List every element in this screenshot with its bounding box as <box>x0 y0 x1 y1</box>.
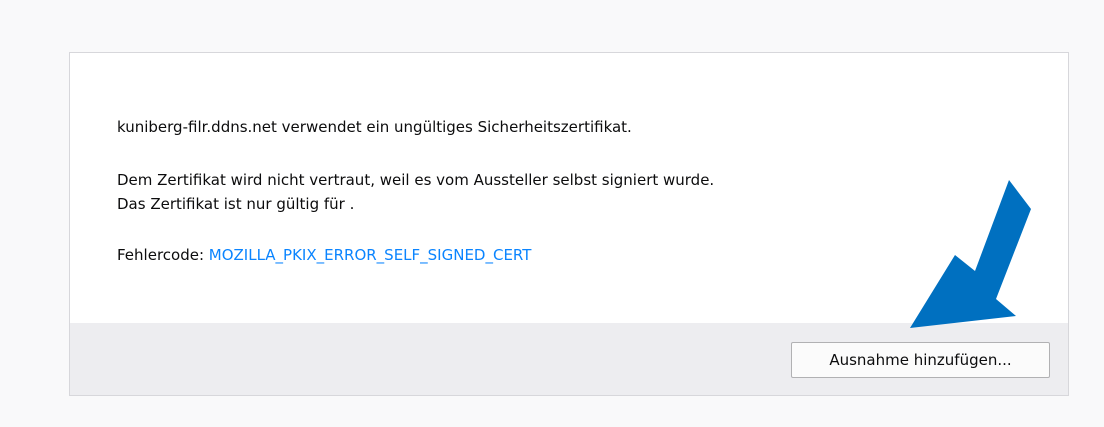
valid-for-message: Das Zertifikat ist nur gültig für . <box>117 195 355 213</box>
domain-message: kuniberg-filr.ddns.net verwendet ein ung… <box>117 118 632 136</box>
error-code-line: Fehlercode: MOZILLA_PKIX_ERROR_SELF_SIGN… <box>117 245 531 265</box>
annotation-arrow-icon <box>910 180 1031 328</box>
add-exception-button[interactable]: Ausnahme hinzufügen... <box>791 342 1050 378</box>
untrusted-message: Dem Zertifikat wird nicht vertraut, weil… <box>117 171 715 189</box>
annotation-arrow-shape <box>910 180 1031 328</box>
error-code-link[interactable]: MOZILLA_PKIX_ERROR_SELF_SIGNED_CERT <box>209 246 532 264</box>
error-code-label: Fehlercode: <box>117 246 209 264</box>
